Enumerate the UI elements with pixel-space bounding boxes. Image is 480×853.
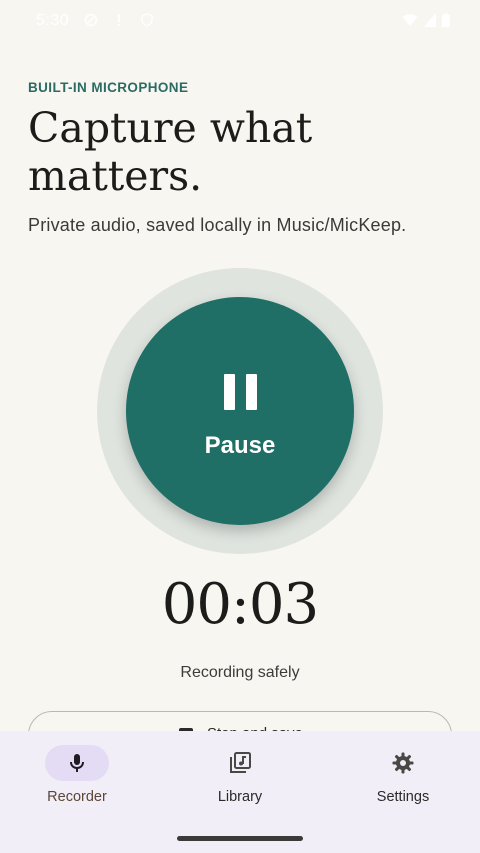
nav-label-settings: Settings	[376, 789, 430, 805]
pause-button[interactable]: Pause	[126, 297, 354, 525]
home-indicator[interactable]	[177, 836, 303, 841]
do-not-disturb-icon	[84, 13, 98, 27]
page-title: Capture what matters.	[28, 104, 313, 200]
nav-item-library[interactable]: Library	[180, 745, 300, 811]
library-music-icon	[228, 751, 252, 775]
alert-icon	[112, 13, 126, 27]
status-bar: 5:30	[0, 0, 480, 44]
status-time: 5:30	[36, 12, 70, 29]
battery-icon	[442, 13, 450, 32]
pause-button-label: Pause	[204, 432, 276, 459]
recording-timer: 00:03	[161, 572, 319, 637]
nav-label-library: Library	[217, 789, 263, 805]
page-subtitle: Private audio, saved locally in Music/Mi…	[28, 215, 407, 235]
pause-icon	[224, 374, 257, 410]
recording-status: Recording safely	[180, 664, 300, 681]
nav-item-settings[interactable]: Settings	[343, 745, 463, 811]
bottom-navigation: Recorder Library Settings	[0, 731, 480, 853]
shield-icon	[140, 13, 154, 27]
wifi-icon	[402, 13, 418, 32]
gear-icon	[391, 751, 415, 775]
microphone-source-label: BUILT-IN MICROPHONE	[28, 80, 189, 95]
mic-icon	[65, 751, 89, 775]
nav-label-recorder: Recorder	[47, 789, 107, 805]
signal-icon	[424, 13, 436, 32]
nav-item-recorder[interactable]: Recorder	[17, 745, 137, 811]
